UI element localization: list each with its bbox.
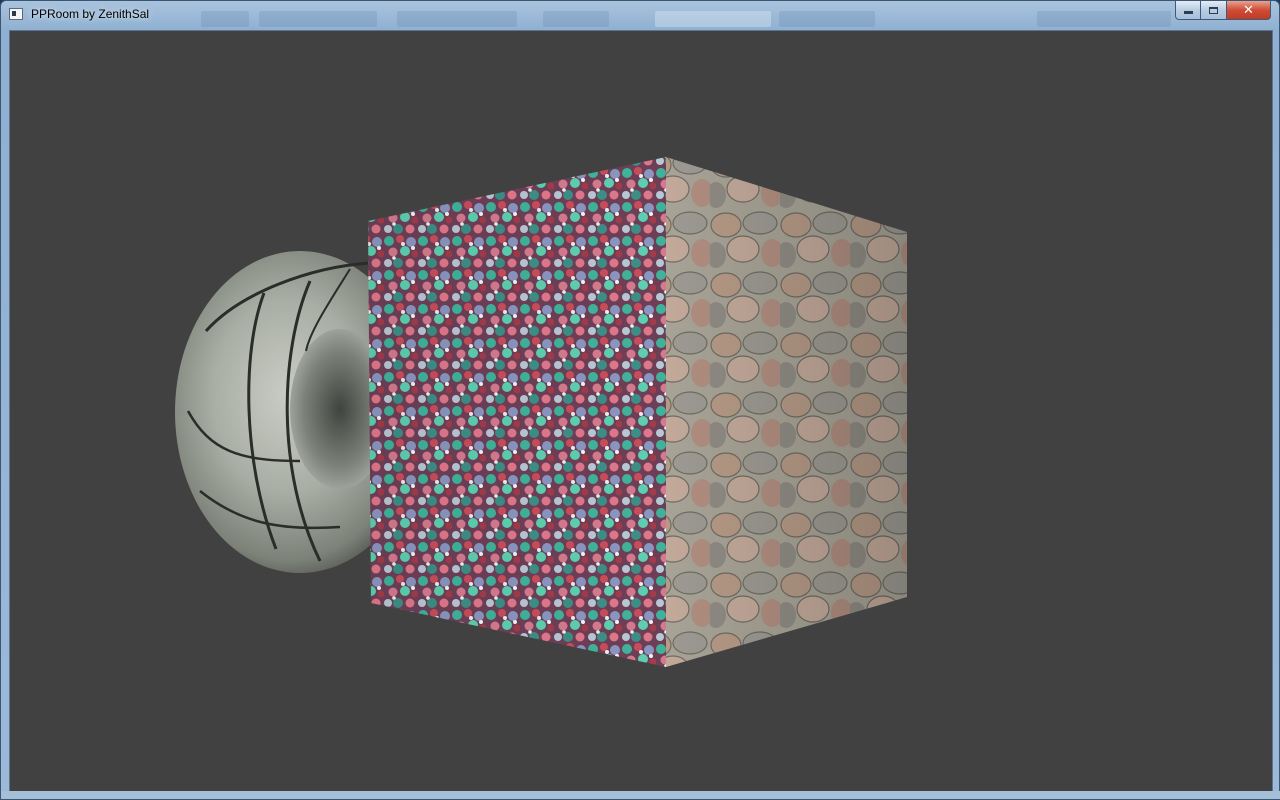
titlebar-reflection [201, 11, 249, 27]
app-window: PPRoom by ZenithSal ✕ [0, 0, 1280, 800]
titlebar-reflection [397, 11, 517, 27]
app-window-icon[interactable] [9, 8, 23, 20]
caption-buttons: ✕ [1175, 1, 1271, 21]
close-button[interactable]: ✕ [1227, 1, 1271, 20]
titlebar-reflection [779, 11, 875, 27]
render-viewport[interactable] [9, 30, 1273, 793]
titlebar-reflection [1037, 11, 1171, 27]
close-icon: ✕ [1243, 2, 1254, 18]
textured-cube [368, 157, 907, 667]
minimize-icon [1183, 11, 1193, 14]
minimize-button[interactable] [1175, 1, 1201, 20]
title-bar[interactable]: PPRoom by ZenithSal ✕ [1, 1, 1279, 29]
titlebar-reflection [259, 11, 377, 27]
maximize-icon [1209, 6, 1218, 14]
window-title: PPRoom by ZenithSal [31, 7, 150, 21]
scene-canvas [175, 157, 907, 667]
maximize-button[interactable] [1201, 1, 1227, 20]
titlebar-reflection [543, 11, 609, 27]
window-bottom-border [1, 791, 1280, 799]
titlebar-reflection [655, 11, 771, 27]
